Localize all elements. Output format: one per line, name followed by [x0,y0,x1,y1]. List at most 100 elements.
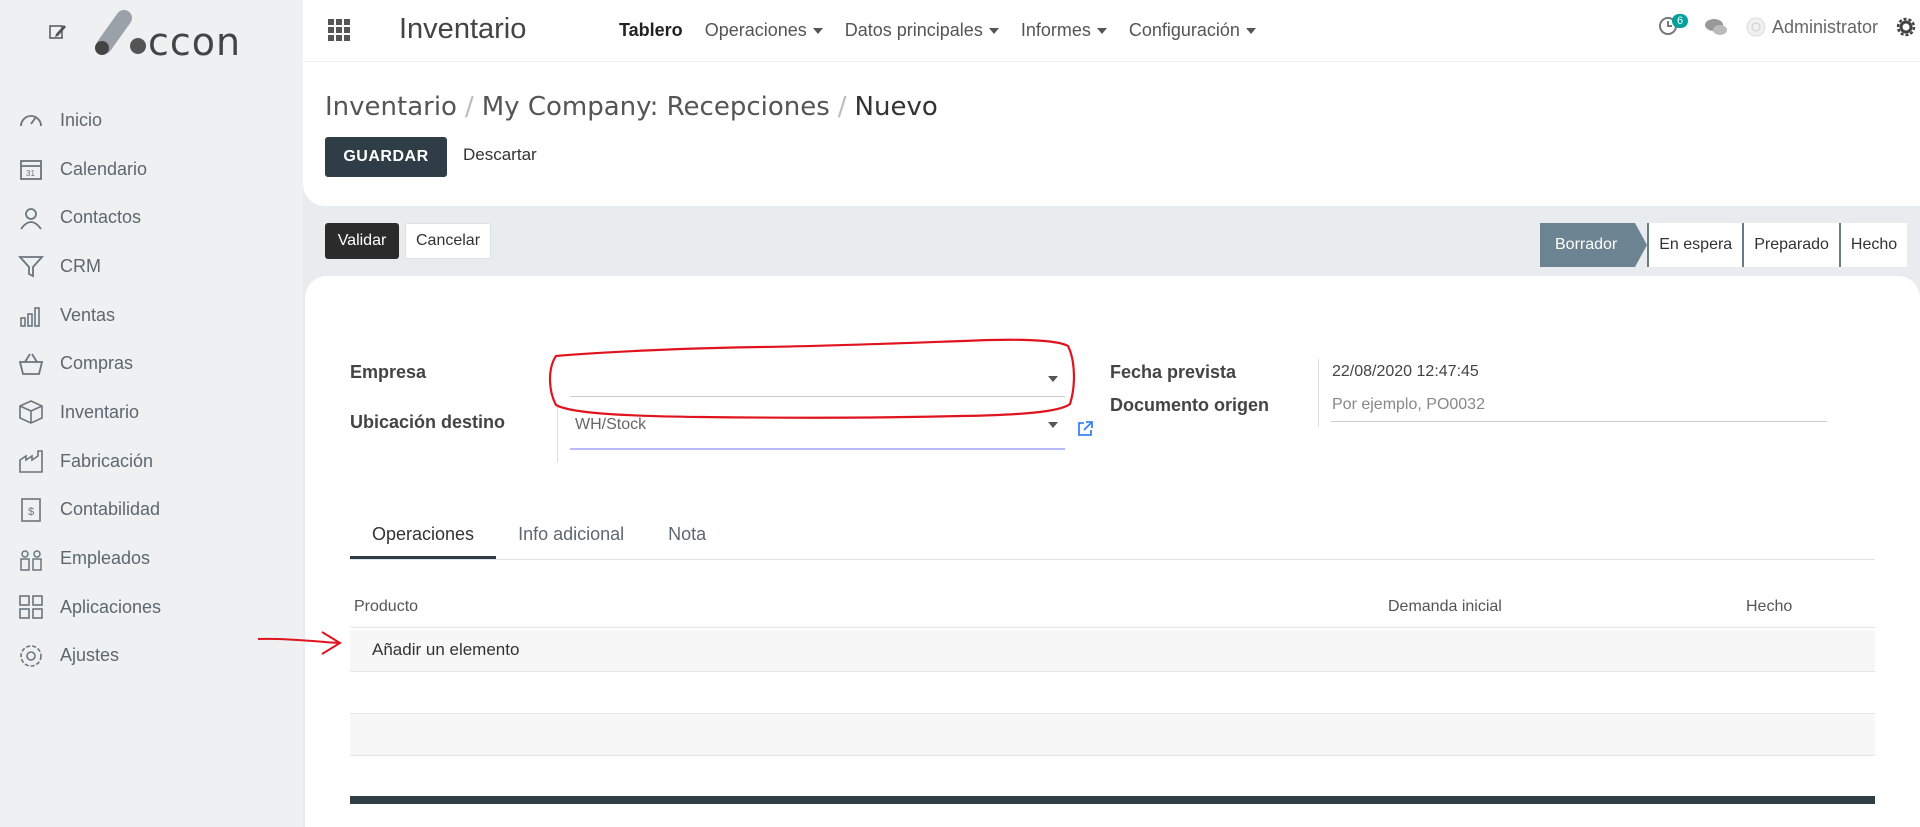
menu-tablero[interactable]: Tablero [619,20,683,41]
notebook-tabs: Operaciones Info adicional Nota [350,510,1875,560]
sidebar-item-ajustes[interactable]: Ajustes [0,632,303,681]
origen-field[interactable]: Por ejemplo, PO0032 [1331,392,1827,422]
tab-operaciones[interactable]: Operaciones [350,510,497,559]
logo-text: ccon [148,20,242,64]
empresa-underline [570,396,1065,397]
cancel-button[interactable]: Cancelar [405,223,491,259]
breadcrumb-separator: / [464,92,474,122]
activity-count-badge: 6 [1671,14,1689,28]
column-producto[interactable]: Producto [354,598,418,616]
caret-down-icon[interactable] [1048,422,1058,428]
systray: 6 Administrator [1658,14,1920,38]
fecha-value[interactable]: 22/08/2020 12:47:45 [1332,363,1479,381]
sidebar-item-label: Empleados [60,548,151,569]
avatar-icon [1746,17,1766,37]
origen-placeholder: Por ejemplo, PO0032 [1332,396,1485,413]
ubicacion-label: Ubicación destino [350,412,506,432]
add-line-link[interactable]: Añadir un elemento [372,640,519,660]
invoice-icon: $ [21,498,41,522]
column-hecho[interactable]: Hecho [1746,598,1792,616]
validate-button[interactable]: Validar [325,223,399,259]
person-icon [20,207,42,230]
empresa-label: Empresa [350,362,427,382]
sidebar-item-label: Ventas [60,304,116,325]
caret-down-icon [1245,27,1256,34]
sidebar-item-calendario[interactable]: 31 Calendario [0,145,303,194]
stage-hecho[interactable]: Hecho [1838,223,1908,267]
save-button[interactable]: GUARDAR [325,137,447,177]
sidebar-item-label: Fabricación [60,450,154,471]
sidebar-item-ventas[interactable]: Ventas [0,291,303,340]
menu-informes[interactable]: Informes [1021,20,1107,41]
sidebar-item-label: Compras [60,353,134,374]
edit-icon[interactable] [48,22,68,42]
breadcrumb-current: Nuevo [854,92,938,122]
form-sheet: Empresa Ubicación destino WH/Stock Fecha… [305,276,1920,827]
gear-icon [20,645,42,667]
apps-grid-icon [19,595,43,620]
activity-button[interactable]: 6 [1658,14,1689,38]
tab-info-adicional[interactable]: Info adicional [496,510,646,559]
ubicacion-underline [570,448,1065,450]
sidebar-item-label: CRM [60,255,101,276]
bar-chart-icon [20,307,40,327]
top-navbar: Inventario Tablero Operaciones Datos pri… [303,0,1920,62]
svg-text:$: $ [28,506,34,518]
app-sidebar: ccon Inicio 31 Calendario Contactos CRM … [0,0,303,827]
ubicacion-value: WH/Stock [575,416,647,433]
caret-down-icon[interactable] [1048,376,1058,382]
tab-nota[interactable]: Nota [646,510,728,559]
sidebar-nav: Inicio 31 Calendario Contactos CRM Venta… [0,96,303,680]
stage-preparado[interactable]: Preparado [1742,223,1839,267]
origen-underline [1331,421,1827,422]
settings-gear-icon[interactable] [1896,17,1916,37]
breadcrumb-inventario[interactable]: Inventario [325,92,457,122]
speedometer-icon [20,115,42,127]
sidebar-item-inventario[interactable]: Inventario [0,388,303,437]
sidebar-item-label: Aplicaciones [60,596,162,617]
sidebar-item-label: Contabilidad [60,499,161,520]
table-row [350,672,1875,714]
app-switcher-icon[interactable] [327,18,351,42]
user-menu[interactable]: Administrator [1746,17,1878,38]
control-panel: Inventario / My Company: Recepciones / N… [303,62,1920,206]
sidebar-item-crm[interactable]: CRM [0,242,303,291]
table-header: Producto Demanda inicial Hecho [350,588,1875,628]
sidebar-item-inicio[interactable]: Inicio [0,96,303,145]
sidebar-item-aplicaciones[interactable]: Aplicaciones [0,583,303,632]
menu-configuracion[interactable]: Configuración [1129,20,1256,41]
external-link-icon[interactable] [1076,420,1094,438]
column-demanda-inicial[interactable]: Demanda inicial [1388,598,1502,616]
calendar-icon: 31 [20,160,42,180]
company-logo[interactable]: ccon [48,8,288,64]
sidebar-item-fabricacion[interactable]: Fabricación [0,437,303,486]
funnel-icon [18,256,44,278]
breadcrumb-separator: / [837,92,847,122]
user-name: Administrator [1771,16,1878,37]
sidebar-item-label: Calendario [60,158,148,179]
discard-button[interactable]: Descartar [463,145,537,165]
basket-icon [18,353,44,375]
stage-en-espera[interactable]: En espera [1647,223,1743,267]
app-title: Inventario [399,13,527,45]
breadcrumb-recepciones[interactable]: My Company: Recepciones [482,92,830,122]
empresa-field[interactable] [570,358,1065,398]
field-divider [1318,359,1319,427]
box-icon [19,400,43,425]
chat-icon[interactable] [1704,16,1728,38]
sidebar-item-contabilidad[interactable]: $ Contabilidad [0,486,303,535]
caret-down-icon [812,27,823,34]
sidebar-item-empleados[interactable]: Empleados [0,534,303,583]
sidebar-item-compras[interactable]: Compras [0,339,303,388]
table-row: Añadir un elemento [350,630,1875,672]
table-row [350,714,1875,756]
sidebar-item-label: Ajustes [60,645,120,666]
caret-down-icon [1096,27,1107,34]
svg-text:31: 31 [26,169,35,178]
ubicacion-field[interactable]: WH/Stock [570,406,1065,450]
menu-operaciones[interactable]: Operaciones [705,20,823,41]
stage-borrador[interactable]: Borrador [1540,223,1648,267]
sidebar-item-label: Inicio [60,109,103,130]
sidebar-item-contactos[interactable]: Contactos [0,193,303,242]
menu-datos-principales[interactable]: Datos principales [845,20,999,41]
